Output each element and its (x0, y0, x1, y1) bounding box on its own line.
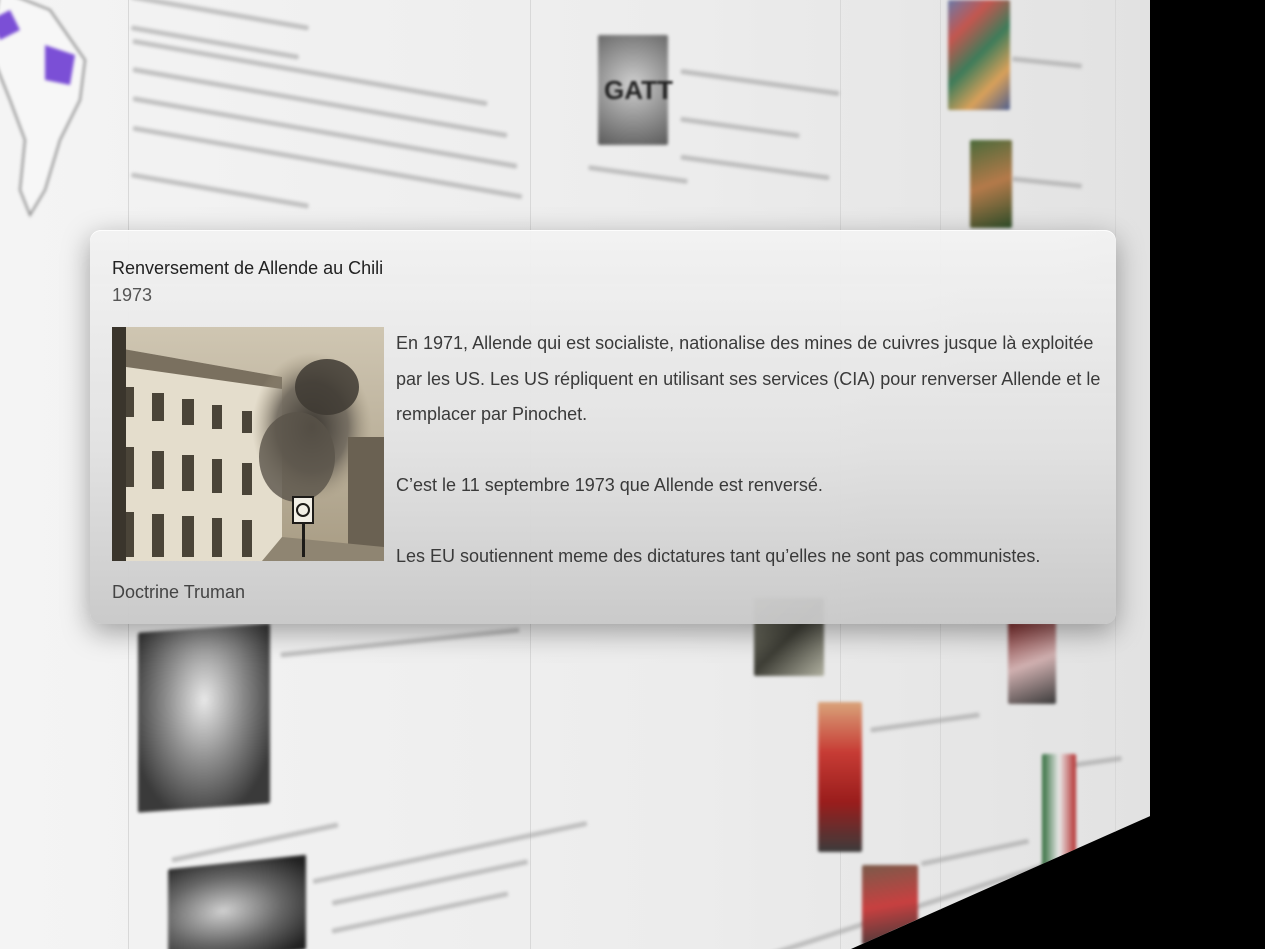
map-south-america-icon (0, 0, 87, 218)
event-paragraph: En 1971, Allende qui est socialiste, nat… (396, 333, 1101, 424)
palace-bombing-photo (112, 327, 384, 561)
event-year: 1973 (112, 285, 153, 305)
background-photo (1042, 754, 1076, 870)
gatt-logo-text: GATT (604, 75, 673, 105)
chavez-photo (818, 702, 862, 852)
crowd-photo (948, 0, 1010, 110)
pinochet-photo (168, 854, 306, 949)
event-paragraph: Les EU soutiennent meme des dictatures t… (396, 546, 1041, 566)
event-footer-note: Doctrine Truman (112, 582, 246, 602)
jungle-photo (970, 140, 1012, 228)
background-photo (1008, 622, 1056, 704)
portrait-photo (138, 623, 270, 813)
protest-photo (862, 865, 918, 945)
event-description: En 1971, Allende qui est socialiste, nat… (396, 326, 1106, 575)
event-title: Renversement de Allende au Chili (112, 258, 384, 278)
event-paragraph: C’est le 11 septembre 1973 que Allende e… (396, 475, 823, 495)
event-detail-card[interactable]: Renversement de Allende au Chili 1973 En… (90, 230, 1116, 624)
